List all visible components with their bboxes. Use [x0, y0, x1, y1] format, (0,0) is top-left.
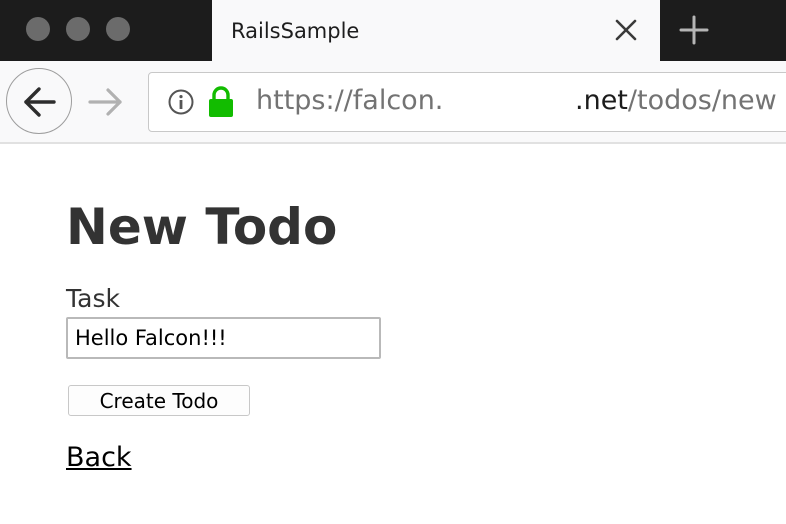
tab-strip: RailsSample — [0, 0, 786, 61]
page-title: New Todo — [66, 198, 338, 256]
tab-title: RailsSample — [231, 19, 360, 43]
back-button[interactable] — [6, 68, 72, 134]
window-close-light[interactable] — [26, 17, 50, 41]
navigation-bar: https://falcon. .net/todos/new — [0, 61, 786, 144]
url-prefix: https://falcon. — [256, 85, 444, 116]
browser-tab[interactable]: RailsSample — [212, 0, 660, 61]
forward-arrow-icon — [88, 88, 122, 116]
create-todo-button[interactable]: Create Todo — [68, 385, 250, 416]
url-domain-and-path: .net/todos/new — [575, 85, 777, 116]
task-label: Task — [66, 284, 120, 313]
window-minimize-light[interactable] — [66, 17, 90, 41]
lock-icon — [207, 86, 235, 118]
close-icon[interactable] — [612, 16, 640, 44]
back-arrow-icon — [24, 87, 56, 117]
back-link[interactable]: Back — [66, 442, 132, 473]
plus-icon[interactable] — [678, 14, 710, 46]
url-path: /todos/new — [627, 85, 777, 116]
info-icon[interactable] — [168, 89, 194, 115]
forward-button[interactable] — [86, 85, 126, 119]
task-input[interactable] — [66, 317, 381, 359]
window-zoom-light[interactable] — [106, 17, 130, 41]
url-domain-end: .net — [575, 85, 628, 116]
address-bar[interactable]: https://falcon. .net/todos/new — [148, 72, 786, 132]
